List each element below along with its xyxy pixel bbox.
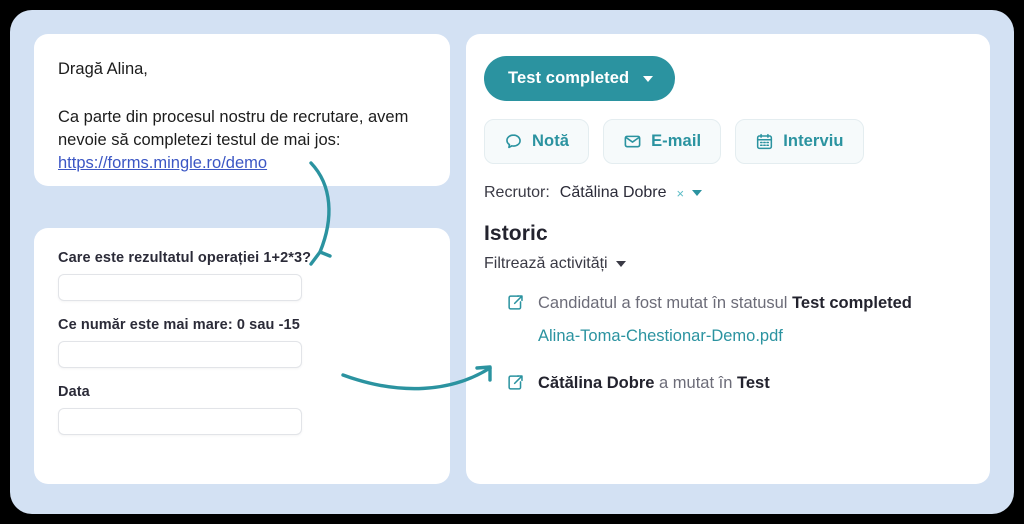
activity-body: Cătălina Dobre a mutat în Test xyxy=(538,371,770,397)
activity-actor: Cătălina Dobre xyxy=(538,374,655,393)
email-greeting: Dragă Alina, xyxy=(58,60,148,78)
envelope-icon xyxy=(623,132,642,151)
add-note-label: Notă xyxy=(532,132,570,150)
status-dropdown-button[interactable]: Test completed xyxy=(484,56,676,101)
activity-text-prefix: Candidatul a fost mutat în statusul xyxy=(538,294,793,312)
chevron-down-icon xyxy=(643,75,654,82)
send-email-button[interactable]: E-mail xyxy=(603,119,722,164)
field-label: Data xyxy=(58,384,90,400)
answer-input-3[interactable] xyxy=(58,408,302,435)
questionnaire-form-card: Care este rezultatul operației 1+2*3? Ce… xyxy=(34,228,450,484)
chevron-down-icon xyxy=(615,261,626,267)
activity-text-middle: a mutat în xyxy=(654,374,737,393)
clear-recruiter-icon[interactable]: × xyxy=(677,186,685,201)
schedule-interview-label: Interviu xyxy=(783,132,844,150)
recruiter-name: Cătălina Dobre xyxy=(559,184,667,201)
email-preview-card: Dragă Alina, Ca parte din procesul nostr… xyxy=(34,34,450,186)
status-label: Test completed xyxy=(508,69,630,87)
filter-activities-dropdown[interactable]: Filtrează activități xyxy=(484,255,626,273)
candidate-detail-card: Test completed Notă E-mail Interviu Recr… xyxy=(466,34,990,484)
answer-input-1[interactable] xyxy=(58,274,302,301)
form-field: Ce număr este mai mare: 0 sau -15 xyxy=(58,317,426,368)
field-label: Care este rezultatul operației 1+2*3? xyxy=(58,250,312,266)
recruiter-label: Recrutor: xyxy=(484,184,550,201)
email-body: Ca parte din procesul nostru de recrutar… xyxy=(58,107,409,150)
calendar-icon xyxy=(755,132,774,151)
activity-list: Candidatul a fost mutat în statusul Test… xyxy=(484,291,972,397)
form-link[interactable]: https://forms.mingle.ro/demo xyxy=(58,154,267,173)
field-label: Ce număr este mai mare: 0 sau -15 xyxy=(58,317,300,333)
activity-target: Test xyxy=(737,374,770,393)
attachment-link[interactable]: Alina-Toma-Chestionar-Demo.pdf xyxy=(538,324,783,350)
activity-text: Candidatul a fost mutat în statusul Test… xyxy=(538,291,912,317)
activity-text: Cătălina Dobre a mutat în Test xyxy=(538,371,770,397)
recruiter-row: Recrutor: Cătălina Dobre × xyxy=(484,184,972,202)
activity-body: Candidatul a fost mutat în statusul Test… xyxy=(538,291,912,349)
activity-text-strong: Test completed xyxy=(792,294,912,312)
action-button-row: Notă E-mail Interviu xyxy=(484,119,972,164)
chat-bubble-icon xyxy=(504,132,523,151)
send-email-label: E-mail xyxy=(651,132,702,150)
chevron-down-icon[interactable] xyxy=(692,190,703,196)
form-field: Care este rezultatul operației 1+2*3? xyxy=(58,250,426,301)
filter-activities-label: Filtrează activități xyxy=(484,255,608,272)
form-field: Data xyxy=(58,384,426,435)
list-item: Cătălina Dobre a mutat în Test xyxy=(484,371,972,397)
share-move-icon xyxy=(506,293,525,317)
share-move-icon xyxy=(506,373,525,397)
answer-input-2[interactable] xyxy=(58,341,302,368)
add-note-button[interactable]: Notă xyxy=(484,119,590,164)
list-item: Candidatul a fost mutat în statusul Test… xyxy=(484,291,972,349)
screenshot-root: Dragă Alina, Ca parte din procesul nostr… xyxy=(0,0,1024,524)
schedule-interview-button[interactable]: Interviu xyxy=(735,119,864,164)
history-heading: Istoric xyxy=(484,222,548,245)
